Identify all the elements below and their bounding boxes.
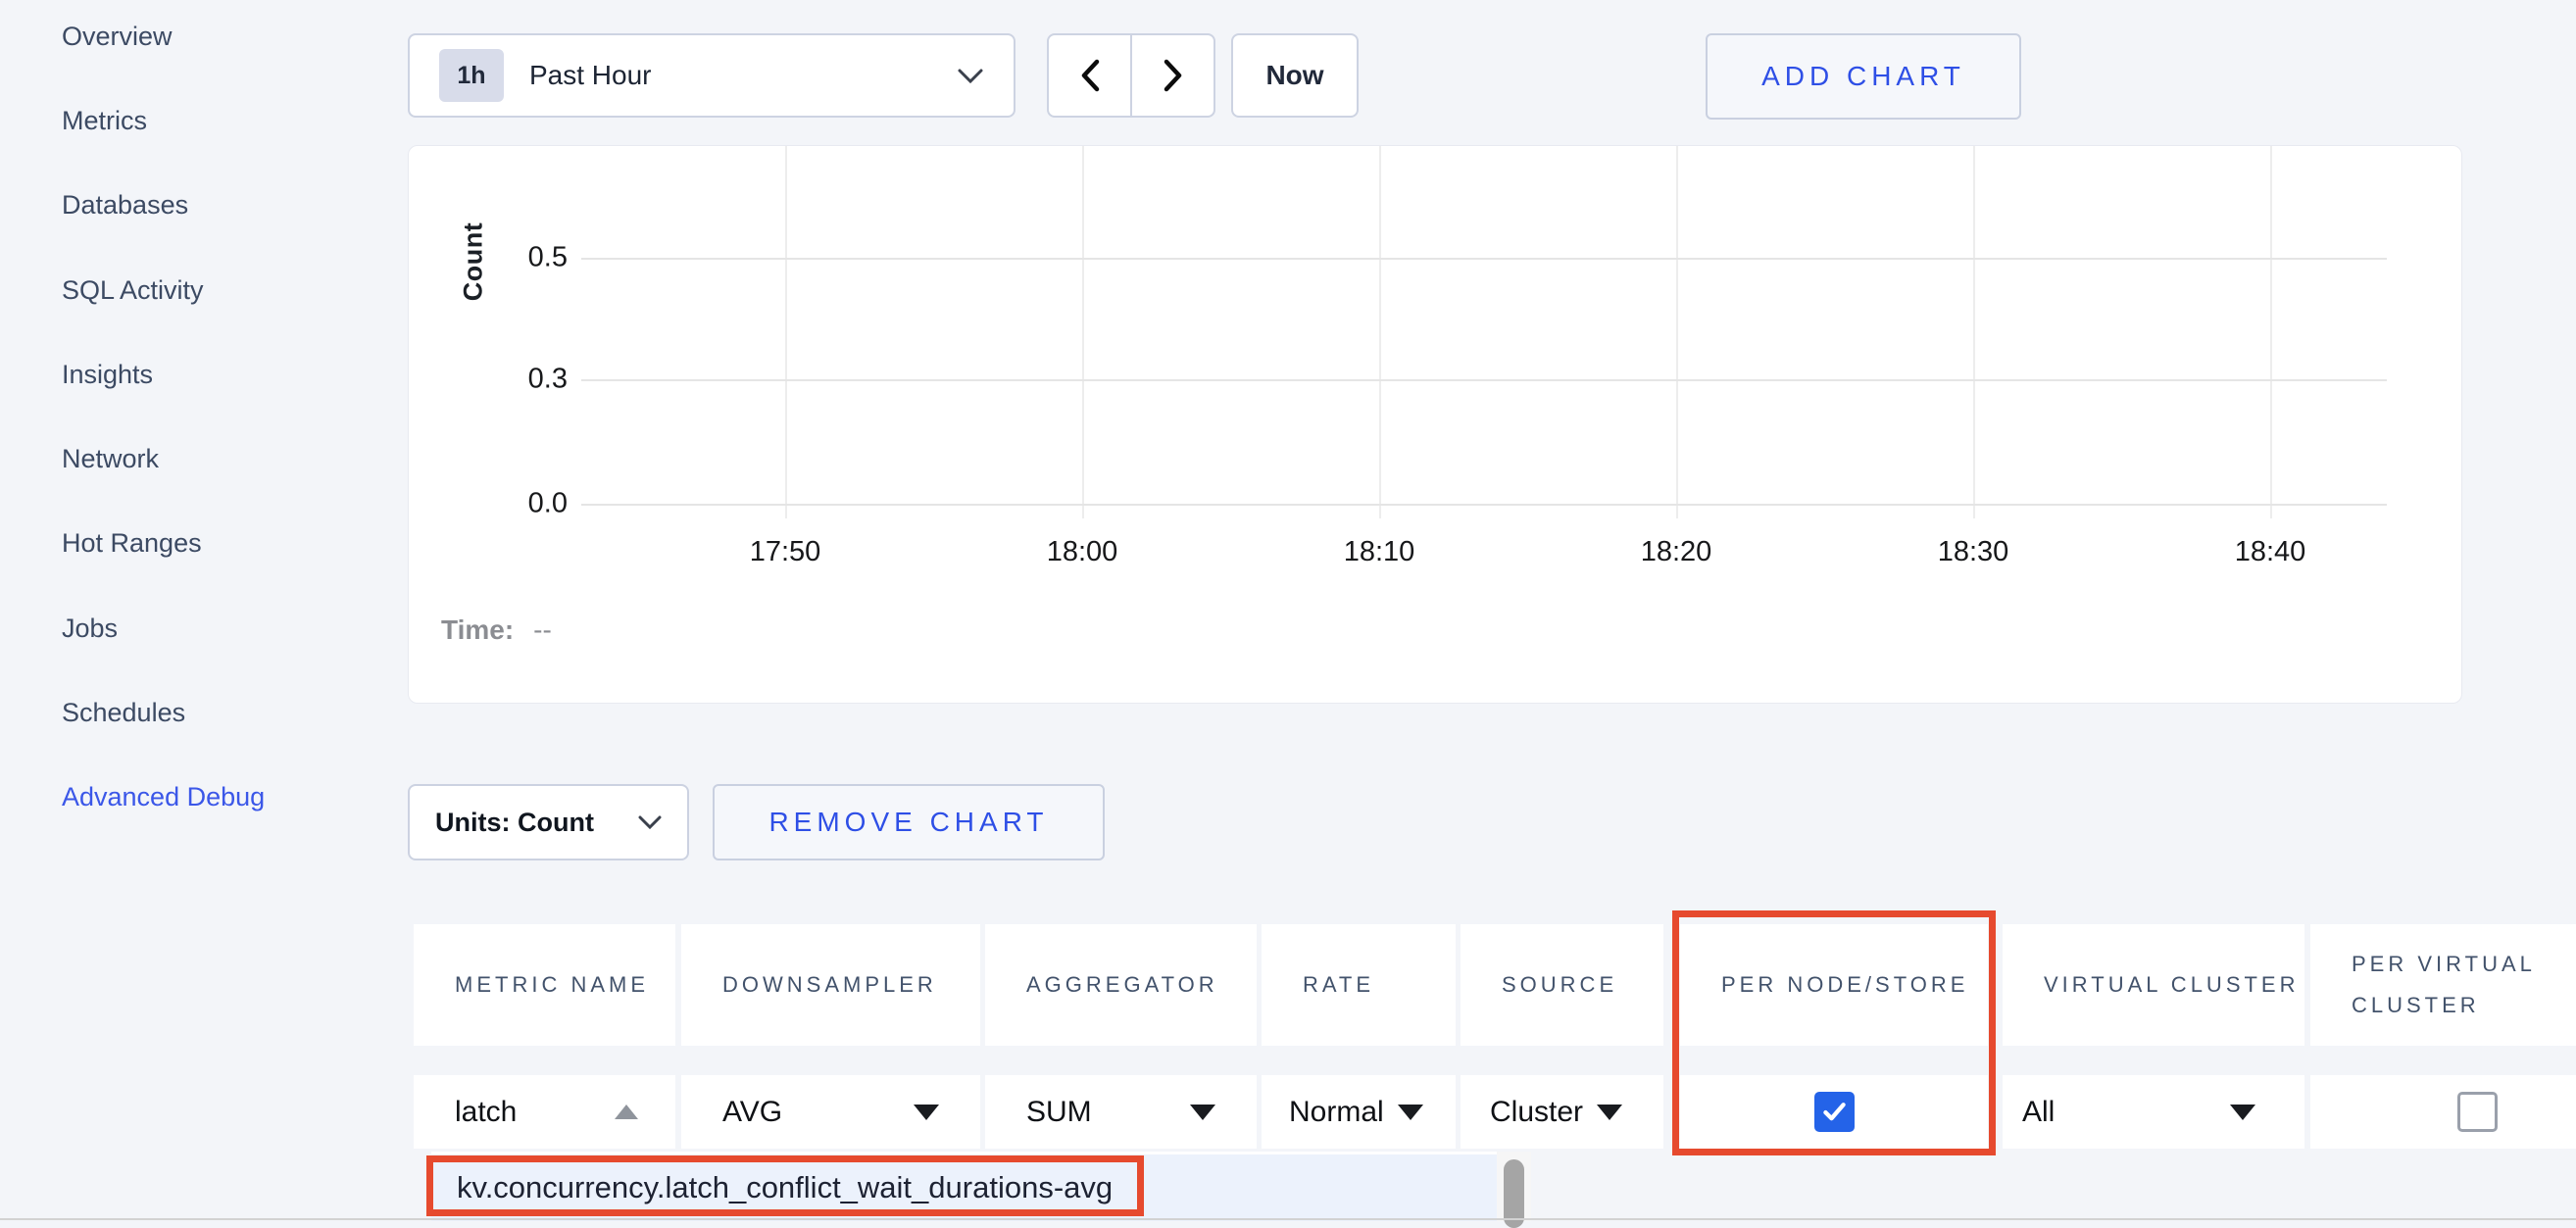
prev-time-button[interactable] [1047, 33, 1131, 118]
dropdown-scrollbar[interactable] [1497, 1152, 1531, 1221]
downsampler-select[interactable]: AVG [681, 1075, 980, 1149]
sidebar-item-metrics[interactable]: Metrics [62, 78, 356, 163]
metric-name-value: latch [455, 1096, 517, 1129]
gridline [1676, 146, 1678, 518]
gridline [1973, 146, 1975, 518]
time-range-selector[interactable]: 1h Past Hour [408, 33, 1016, 118]
gridline [2270, 146, 2272, 518]
sidebar-item-jobs[interactable]: Jobs [62, 586, 356, 670]
per-virtual-cluster-checkbox[interactable] [2457, 1092, 2498, 1132]
x-tick: 18:20 [1641, 536, 1712, 568]
sidebar-item-schedules[interactable]: Schedules [62, 670, 356, 755]
time-nav-arrows [1047, 33, 1215, 118]
triangle-down-icon [914, 1105, 939, 1120]
column-header-per-node-store: PER NODE/STORE [1680, 924, 1988, 1046]
time-readout-label: Time: [441, 614, 514, 645]
column-header-source: SOURCE [1461, 924, 1663, 1046]
time-readout-value: -- [533, 614, 552, 645]
next-time-button[interactable] [1131, 33, 1215, 118]
sidebar-item-insights[interactable]: Insights [62, 332, 356, 417]
triangle-down-icon [1597, 1105, 1622, 1120]
sidebar-item-advanced-debug[interactable]: Advanced Debug [62, 756, 356, 840]
gridline [1082, 146, 1084, 518]
downsampler-value: AVG [722, 1096, 782, 1129]
sidebar-item-network[interactable]: Network [62, 417, 356, 501]
chevron-down-icon [957, 68, 984, 84]
metric-name-dropdown: kv.concurrency.latch_conflict_wait_durat… [431, 1152, 1531, 1221]
column-header-virtual-cluster: VIRTUAL CLUSTER [2003, 924, 2304, 1046]
check-icon [1820, 1098, 1849, 1126]
sidebar-item-overview[interactable]: Overview [62, 0, 356, 78]
gridline [1379, 146, 1381, 518]
triangle-up-icon [615, 1105, 638, 1119]
y-tick: 0.5 [428, 242, 568, 274]
rate-select[interactable]: Normal [1262, 1075, 1456, 1149]
virtual-cluster-value: All [2022, 1096, 2055, 1129]
time-readout: Time: -- [441, 614, 552, 646]
chevron-left-icon [1077, 58, 1103, 93]
aggregator-select[interactable]: SUM [985, 1075, 1257, 1149]
chart-card: Count 0.5 0.3 0.0 17:50 18:00 18:10 18:2… [408, 145, 2462, 704]
column-header-metric-name: METRIC NAME [414, 924, 675, 1046]
aggregator-value: SUM [1026, 1096, 1092, 1129]
gridline [785, 146, 787, 518]
sidebar-item-sql-activity[interactable]: SQL Activity [62, 248, 356, 332]
sidebar-item-databases[interactable]: Databases [62, 164, 356, 248]
triangle-down-icon [1398, 1105, 1423, 1120]
now-button[interactable]: Now [1231, 33, 1359, 118]
x-tick: 17:50 [750, 536, 821, 568]
metric-name-input[interactable]: latch [414, 1075, 675, 1149]
gridline [581, 258, 2387, 260]
chevron-down-icon [638, 815, 662, 830]
y-tick: 0.3 [428, 364, 568, 396]
per-virtual-cluster-cell [2310, 1075, 2576, 1149]
virtual-cluster-select[interactable]: All [2003, 1075, 2304, 1149]
triangle-down-icon [1190, 1105, 1215, 1120]
units-select-label: Units: Count [435, 808, 594, 838]
y-tick: 0.0 [428, 488, 568, 520]
column-header-aggregator: AGGREGATOR [985, 924, 1257, 1046]
gridline [581, 504, 2387, 506]
sidebar: Overview Metrics Databases SQL Activity … [62, 0, 356, 840]
triangle-down-icon [2230, 1105, 2255, 1120]
remove-chart-button[interactable]: REMOVE CHART [713, 784, 1105, 860]
metric-dropdown-option[interactable]: kv.concurrency.latch_conflict_wait_durat… [431, 1154, 1497, 1221]
source-select[interactable]: Cluster [1461, 1075, 1663, 1149]
time-range-badge: 1h [439, 49, 504, 102]
x-tick: 18:00 [1047, 536, 1118, 568]
add-chart-button[interactable]: ADD CHART [1706, 33, 2021, 120]
per-node-store-cell [1680, 1075, 1988, 1149]
chevron-right-icon [1161, 58, 1186, 93]
gridline [581, 379, 2387, 381]
per-node-store-checkbox[interactable] [1814, 1092, 1855, 1132]
rate-value: Normal [1289, 1096, 1384, 1129]
x-tick: 18:40 [2235, 536, 2306, 568]
column-header-rate: RATE [1262, 924, 1456, 1046]
column-header-downsampler: DOWNSAMPLER [681, 924, 980, 1046]
time-range-label: Past Hour [529, 60, 957, 91]
sidebar-item-hot-ranges[interactable]: Hot Ranges [62, 502, 356, 586]
column-header-per-virtual-cluster: PER VIRTUAL CLUSTER [2310, 924, 2576, 1046]
units-select[interactable]: Units: Count [408, 784, 689, 860]
x-tick: 18:10 [1344, 536, 1415, 568]
divider [0, 1218, 2576, 1220]
source-value: Cluster [1490, 1096, 1583, 1129]
x-tick: 18:30 [1938, 536, 2009, 568]
